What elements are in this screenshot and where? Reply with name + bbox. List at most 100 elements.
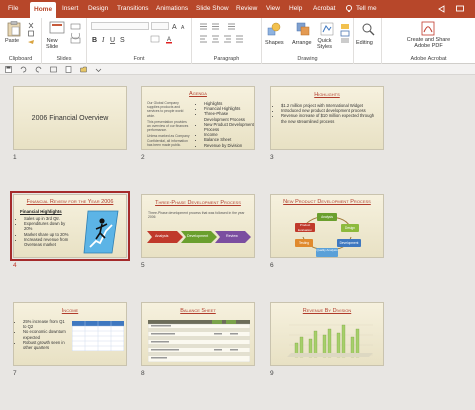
slide-number-9: 9 xyxy=(270,370,274,377)
balance-sheet-table xyxy=(148,320,250,362)
tab-design[interactable]: Design xyxy=(88,0,108,18)
tab-home[interactable]: Home xyxy=(30,2,57,18)
tab-slide-show[interactable]: Slide Show xyxy=(196,0,229,18)
slide-7-bullet: 25% increase from Q1 to Q2 xyxy=(23,319,69,329)
editing-icon[interactable] xyxy=(361,22,375,36)
slide-number-8: 8 xyxy=(141,370,145,377)
tab-transitions[interactable]: Transitions xyxy=(117,0,149,18)
slide-9-title: Revenue By Division xyxy=(302,308,352,314)
clipboard-group-label: Clipboard xyxy=(8,56,33,62)
new-document-icon[interactable] xyxy=(65,66,72,73)
shapes-button-label[interactable]: Shapes xyxy=(265,40,284,46)
business-growth-illustration xyxy=(83,210,119,254)
slide-7-bullet: Robust growth seen in other quarters xyxy=(23,340,69,350)
revenue-3d-bar-chart xyxy=(287,324,373,358)
slide-1-title: 2006 Financial Overview xyxy=(31,115,109,122)
redo-icon[interactable] xyxy=(35,66,42,73)
shapes-icon[interactable] xyxy=(267,22,281,36)
tab-review[interactable]: Review xyxy=(236,0,257,18)
slide-2-bullet: Revenue by Division xyxy=(204,143,254,148)
slide-thumbnail-5[interactable]: Three-Phase Development Process Three-Ph… xyxy=(141,194,255,258)
slide-2-description: Our Global Company supplies products and… xyxy=(147,101,199,147)
tab-view[interactable]: View xyxy=(266,0,280,18)
slide-4-title: Financial Review for the Year 2006 xyxy=(26,199,114,205)
svg-text:U: U xyxy=(110,37,115,44)
start-slideshow-icon[interactable] xyxy=(50,66,57,73)
cycle-node-testing: Testing xyxy=(295,239,313,247)
slide-2-bullet: Three-Phase Development Process xyxy=(204,111,254,121)
open-icon[interactable] xyxy=(80,66,87,73)
tell-me-search[interactable]: Tell me xyxy=(356,0,377,18)
cycle-node-development: Development xyxy=(337,239,361,247)
adobe-acrobat-group: Create and Share Adobe PDF Adobe Acrobat xyxy=(382,18,475,64)
font-group-label: Font xyxy=(133,56,145,62)
process-step-review: Review xyxy=(226,234,238,238)
slide-thumbnail-9[interactable]: Revenue By Division xyxy=(270,302,384,366)
cycle-node-analysis: Analysis xyxy=(317,213,337,221)
cycle-node-product-evaluation: Product Evaluation xyxy=(295,223,315,232)
slide-thumbnail-2[interactable]: Agenda Our Global Company supplies produ… xyxy=(141,86,255,150)
save-icon[interactable] xyxy=(5,66,12,73)
paragraph-group-label: Paragraph xyxy=(213,56,240,62)
font-size-dropdown[interactable] xyxy=(151,22,169,30)
svg-text:I: I xyxy=(101,36,105,44)
process-step-development: Development xyxy=(187,234,209,238)
slide-thumbnail-1[interactable]: 2006 Financial Overview xyxy=(13,86,127,150)
tab-file[interactable]: File xyxy=(8,0,18,18)
slide-thumbnail-4[interactable]: Financial Review for the Year 2006 Finan… xyxy=(10,191,130,261)
slide-thumbnail-7[interactable]: Income 25% increase from Q1 to Q2 No eco… xyxy=(13,302,127,366)
tab-help[interactable]: Help xyxy=(289,0,302,18)
paragraph-icons[interactable] xyxy=(198,22,258,44)
slide-number-1: 1 xyxy=(13,154,17,161)
share-icon[interactable] xyxy=(437,4,447,14)
slide-thumbnail-8[interactable]: Balance Sheet xyxy=(141,302,255,366)
tab-acrobat[interactable]: Acrobat xyxy=(313,0,335,18)
slide-4-bullet: Increased revenue from Overseas market xyxy=(24,237,74,247)
slide-5-title: Three-Phase Development Process xyxy=(155,200,241,206)
paste-button-label[interactable]: Paste xyxy=(5,38,19,44)
adobe-pdf-icon[interactable] xyxy=(421,21,435,36)
slide-7-bullet: No economic downturn expected xyxy=(23,329,69,339)
cycle-node-quality-analysis: Quality Analysis xyxy=(316,248,338,257)
undo-icon[interactable] xyxy=(20,66,27,73)
income-table xyxy=(72,321,124,351)
quick-access-toolbar xyxy=(0,64,475,75)
slide-thumbnail-3[interactable]: Highlights $1.2 million project with Int… xyxy=(270,86,384,150)
shape-format-icons[interactable] xyxy=(340,23,350,45)
drawing-group-label: Drawing xyxy=(297,56,318,62)
new-slide-button-label[interactable]: New Slide xyxy=(46,38,58,50)
slide-2-bullets: Highlights Financial Highlights Three-Ph… xyxy=(198,101,254,148)
paste-icon[interactable] xyxy=(7,21,21,37)
slide-number-5: 5 xyxy=(141,262,145,269)
font-size-grow-shrink-icon[interactable]: A A xyxy=(172,22,190,30)
create-share-pdf-button-label[interactable]: Create and Share Adobe PDF xyxy=(386,37,471,49)
tab-animations[interactable]: Animations xyxy=(156,0,188,18)
customize-toolbar-icon[interactable] xyxy=(95,66,102,73)
adobe-acrobat-group-label: Adobe Acrobat xyxy=(410,56,447,62)
slide-number-2: 2 xyxy=(141,154,145,161)
slide-7-bullets: 25% increase from Q1 to Q2 No economic d… xyxy=(17,319,69,350)
slide-6-title: New Product Development Process xyxy=(283,199,371,205)
slide-8-title: Balance Sheet xyxy=(180,308,216,314)
slide-2-bullet: New Product Development Process xyxy=(204,122,254,132)
process-step-analysis: Analysis xyxy=(155,234,169,238)
editing-button-label[interactable]: Editing xyxy=(356,40,373,46)
slide-thumbnail-6[interactable]: New Product Development Process Analysis… xyxy=(270,194,384,258)
tab-insert[interactable]: Insert xyxy=(62,0,78,18)
slide-layout-icons[interactable] xyxy=(70,23,82,45)
ribbon: Paste Clipboard New Slide Slides A A B I… xyxy=(0,18,475,64)
cut-copy-icons[interactable] xyxy=(27,22,35,46)
quick-styles-icon[interactable] xyxy=(320,22,334,36)
comments-icon[interactable] xyxy=(455,4,465,14)
paragraph-group: Paragraph xyxy=(192,18,262,64)
svg-text:S: S xyxy=(120,37,125,44)
slide-4-bullets: Sales up in 3rd Qtr. Expenditures down b… xyxy=(18,216,74,247)
arrange-icon[interactable] xyxy=(296,22,310,36)
arrange-button-label[interactable]: Arrange xyxy=(292,40,312,46)
slide-number-7: 7 xyxy=(13,370,17,377)
font-format-icons[interactable]: B I U S A xyxy=(91,35,187,44)
quick-styles-button-label[interactable]: Quick Styles xyxy=(317,38,332,50)
ribbon-tab-bar: File Home Insert Design Transitions Anim… xyxy=(0,0,475,18)
new-slide-icon[interactable] xyxy=(49,21,65,35)
font-name-dropdown[interactable] xyxy=(91,22,149,30)
